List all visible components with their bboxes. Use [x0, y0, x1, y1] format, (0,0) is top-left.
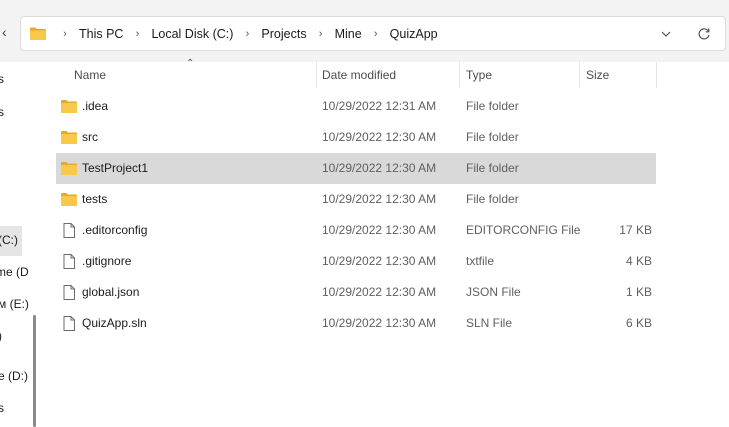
nav-item-fragment[interactable]: )	[0, 329, 2, 343]
column-header-size[interactable]: Size	[580, 62, 609, 88]
file-row[interactable]: .idea 10/29/2022 12:31 AM File folder	[56, 91, 656, 122]
file-name: TestProject1	[82, 161, 149, 175]
file-icon	[63, 285, 75, 300]
file-size	[576, 122, 652, 153]
file-date-modified: 10/29/2022 12:30 AM	[322, 316, 437, 330]
file-type: SLN File	[466, 316, 513, 330]
file-date-modified: 10/29/2022 12:30 AM	[322, 130, 437, 144]
chevron-down-icon[interactable]	[655, 23, 677, 45]
breadcrumb-separator: ›	[245, 27, 250, 40]
column-header-type[interactable]: Type	[460, 62, 492, 88]
nav-item-local-disk-c[interactable]: (C:)	[0, 233, 18, 247]
file-name: src	[82, 130, 98, 144]
file-type: File folder	[466, 130, 519, 144]
nav-item-fragment[interactable]: s	[0, 401, 4, 415]
folder-icon	[61, 131, 77, 144]
breadcrumb-projects[interactable]: Projects	[257, 27, 310, 41]
file-size: 1 KB	[625, 285, 652, 299]
file-icon	[63, 316, 75, 331]
column-header-date[interactable]: Date modified	[316, 62, 396, 88]
file-type: File folder	[466, 99, 519, 113]
breadcrumb-separator: ›	[318, 27, 323, 40]
nav-item-drive-e[interactable]: м (E:)	[0, 297, 29, 311]
nav-item-fragment[interactable]: s	[0, 72, 4, 86]
column-divider[interactable]	[656, 62, 657, 88]
file-date-modified: 10/29/2022 12:30 AM	[322, 192, 437, 206]
file-name: QuizApp.sln	[82, 316, 147, 330]
file-name: tests	[82, 192, 108, 206]
file-date-modified: 10/29/2022 12:30 AM	[322, 254, 437, 268]
navigation-pane: s s (C:) me (D м (E:) ) e (D:) s	[0, 62, 40, 427]
folder-icon	[30, 27, 46, 40]
file-row[interactable]: QuizApp.sln 10/29/2022 12:30 AM SLN File 6 …	[56, 308, 656, 339]
file-row[interactable]: src 10/29/2022 12:30 AM File folder	[56, 122, 656, 153]
address-bar[interactable]: › This PC › Local Disk (C:) › Projects ›…	[20, 16, 726, 51]
file-type: File folder	[466, 192, 519, 206]
file-row[interactable]: .editorconfig 10/29/2022 12:30 AM EDITORCO…	[56, 215, 656, 246]
file-size: 6 KB	[625, 316, 652, 330]
file-icon	[63, 223, 75, 238]
file-size	[576, 91, 652, 122]
folder-icon	[61, 193, 77, 206]
file-row[interactable]: tests 10/29/2022 12:30 AM File folder	[56, 184, 656, 215]
breadcrumb-quizapp[interactable]: QuizApp	[386, 27, 442, 41]
file-date-modified: 10/29/2022 12:30 AM	[322, 223, 437, 237]
file-icon	[63, 254, 75, 269]
folder-icon	[61, 100, 77, 113]
breadcrumb: › This PC › Local Disk (C:) › Projects ›…	[55, 17, 442, 50]
breadcrumb-mine[interactable]: Mine	[331, 27, 366, 41]
file-type: File folder	[466, 161, 519, 175]
file-type: JSON File	[466, 285, 521, 299]
breadcrumb-separator: ›	[373, 27, 378, 40]
file-date-modified: 10/29/2022 12:30 AM	[322, 285, 437, 299]
breadcrumb-this-pc[interactable]: This PC	[75, 27, 127, 41]
file-size: 4 KB	[625, 254, 652, 268]
file-row[interactable]: TestProject1 10/29/2022 12:30 AM File fold…	[56, 153, 656, 184]
file-list: ⌃ Name Date modified Type Size .idea 10/2…	[40, 58, 729, 427]
back-arrow-icon[interactable]: ‹	[2, 22, 12, 42]
file-name: .editorconfig	[82, 223, 148, 237]
file-rows: .idea 10/29/2022 12:31 AM File folder src 10…	[56, 91, 656, 339]
file-type: EDITORCONFIG File	[466, 223, 581, 237]
nav-scrollbar[interactable]	[33, 315, 36, 427]
file-size: 17 KB	[619, 223, 652, 237]
address-toolbar: ‹ › This PC › Local Disk (C:) › Projects…	[0, 0, 729, 62]
file-date-modified: 10/29/2022 12:30 AM	[322, 161, 437, 175]
file-type: txtfile	[466, 254, 495, 268]
folder-icon	[61, 162, 77, 175]
file-row[interactable]: global.json 10/29/2022 12:30 AM JSON File 1…	[56, 277, 656, 308]
file-size	[576, 184, 652, 215]
file-date-modified: 10/29/2022 12:31 AM	[322, 99, 437, 113]
breadcrumb-separator: ›	[135, 27, 140, 40]
file-name: .gitignore	[82, 254, 132, 268]
column-header-name[interactable]: Name	[68, 62, 106, 88]
refresh-icon[interactable]	[693, 23, 715, 45]
nav-item-fragment[interactable]: s	[0, 105, 4, 119]
nav-item-drive-d[interactable]: me (D	[0, 265, 29, 279]
breadcrumb-separator: ›	[63, 27, 67, 40]
file-name: global.json	[82, 285, 140, 299]
file-row[interactable]: .gitignore 10/29/2022 12:30 AM txtfile 4 KB	[56, 246, 656, 277]
column-header-row: Name Date modified Type Size	[40, 62, 690, 88]
file-size	[576, 153, 652, 184]
file-name: .idea	[82, 99, 109, 113]
nav-item-drive-d-2[interactable]: e (D:)	[0, 369, 28, 383]
breadcrumb-local-disk[interactable]: Local Disk (C:)	[147, 27, 237, 41]
